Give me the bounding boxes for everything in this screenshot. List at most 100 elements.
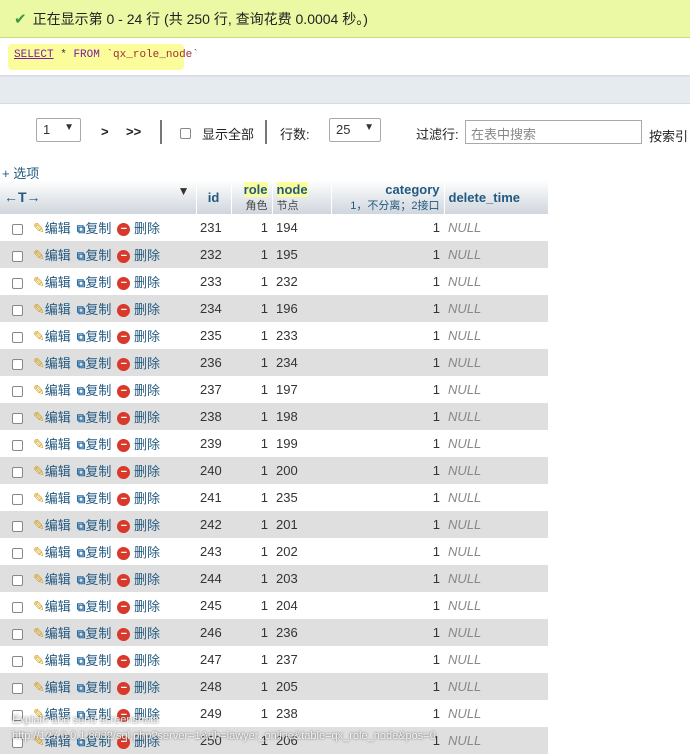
- table-row[interactable]: ✎编辑 ⧉复制 − 删除 237 1 197 1 NULL: [0, 376, 548, 403]
- row-checkbox[interactable]: [12, 305, 23, 317]
- show-all-checkbox[interactable]: [180, 125, 191, 140]
- cell-category[interactable]: 1: [331, 565, 444, 592]
- table-row[interactable]: ✎编辑 ⧉复制 − 删除 231 1 194 1 NULL: [0, 214, 548, 241]
- cell-id[interactable]: 240: [196, 457, 231, 484]
- cell-role[interactable]: 1: [231, 565, 272, 592]
- cell-node[interactable]: 202: [272, 538, 331, 565]
- column-header-role[interactable]: role 角色: [231, 180, 273, 214]
- cell-node[interactable]: 233: [272, 322, 331, 349]
- cell-category[interactable]: 1: [331, 430, 444, 457]
- row-checkbox[interactable]: [12, 278, 23, 290]
- table-row[interactable]: ✎编辑 ⧉复制 − 删除 244 1 203 1 NULL: [0, 565, 548, 592]
- cell-category[interactable]: 1: [331, 592, 444, 619]
- table-row[interactable]: ✎编辑 ⧉复制 − 删除 239 1 199 1 NULL: [0, 430, 548, 457]
- cell-id[interactable]: 235: [196, 322, 231, 349]
- copy-button[interactable]: ⧉复制: [77, 545, 112, 560]
- edit-button[interactable]: ✎编辑: [33, 247, 71, 263]
- next-page-button[interactable]: >: [101, 124, 109, 139]
- cell-node[interactable]: 198: [272, 403, 331, 430]
- cell-node[interactable]: 232: [272, 268, 331, 295]
- cell-role[interactable]: 1: [231, 700, 272, 727]
- cell-role[interactable]: 1: [231, 295, 272, 322]
- sql-select-keyword[interactable]: SELECT: [14, 49, 54, 61]
- cell-id[interactable]: 249: [196, 700, 231, 727]
- cell-role[interactable]: 1: [231, 511, 272, 538]
- copy-button[interactable]: ⧉复制: [77, 302, 112, 317]
- row-checkbox[interactable]: [12, 683, 23, 695]
- table-row[interactable]: ✎编辑 ⧉复制 − 删除 248 1 205 1 NULL: [0, 673, 548, 700]
- cell-category[interactable]: 1: [331, 241, 444, 268]
- table-row[interactable]: ✎编辑 ⧉复制 − 删除 238 1 198 1 NULL: [0, 403, 548, 430]
- cell-delete-time[interactable]: NULL: [444, 511, 548, 538]
- cell-delete-time[interactable]: NULL: [444, 376, 548, 403]
- table-row[interactable]: ✎编辑 ⧉复制 − 删除 241 1 235 1 NULL: [0, 484, 548, 511]
- copy-button[interactable]: ⧉复制: [77, 680, 112, 695]
- cell-category[interactable]: 1: [331, 619, 444, 646]
- delete-button[interactable]: − 删除: [117, 572, 160, 588]
- edit-button[interactable]: ✎编辑: [33, 463, 71, 479]
- cell-category[interactable]: 1: [331, 700, 444, 727]
- cell-category[interactable]: 1: [331, 295, 444, 322]
- delete-button[interactable]: − 删除: [117, 518, 160, 534]
- copy-button[interactable]: ⧉复制: [77, 437, 112, 452]
- cell-category[interactable]: 1: [331, 646, 444, 673]
- cell-delete-time[interactable]: NULL: [444, 403, 548, 430]
- delete-button[interactable]: − 删除: [117, 248, 160, 264]
- triangle-down-icon[interactable]: ▼: [178, 184, 190, 198]
- cell-id[interactable]: 244: [196, 565, 231, 592]
- cell-role[interactable]: 1: [231, 646, 272, 673]
- table-row[interactable]: ✎编辑 ⧉复制 − 删除 236 1 234 1 NULL: [0, 349, 548, 376]
- cell-id[interactable]: 243: [196, 538, 231, 565]
- delete-button[interactable]: − 删除: [117, 626, 160, 642]
- cell-delete-time[interactable]: NULL: [444, 673, 548, 700]
- cell-category[interactable]: 1: [331, 538, 444, 565]
- column-header-category[interactable]: category 1，不分离；2接口: [331, 180, 445, 214]
- delete-button[interactable]: − 删除: [117, 275, 160, 291]
- table-row[interactable]: ✎编辑 ⧉复制 − 删除 232 1 195 1 NULL: [0, 241, 548, 268]
- copy-button[interactable]: ⧉复制: [77, 248, 112, 263]
- cell-delete-time[interactable]: NULL: [444, 241, 548, 268]
- delete-button[interactable]: − 删除: [117, 545, 160, 561]
- copy-button[interactable]: ⧉复制: [77, 221, 112, 236]
- cell-category[interactable]: 1: [331, 376, 444, 403]
- copy-button[interactable]: ⧉复制: [77, 518, 112, 533]
- table-row[interactable]: ✎编辑 ⧉复制 − 删除 245 1 204 1 NULL: [0, 592, 548, 619]
- cell-role[interactable]: 1: [231, 268, 272, 295]
- cell-id[interactable]: 231: [196, 214, 231, 241]
- filter-rows-input[interactable]: 在表中搜索: [465, 120, 642, 144]
- table-row[interactable]: ✎编辑 ⧉复制 − 删除 246 1 236 1 NULL: [0, 619, 548, 646]
- row-checkbox[interactable]: [12, 494, 23, 506]
- cell-role[interactable]: 1: [231, 376, 272, 403]
- cell-id[interactable]: 246: [196, 619, 231, 646]
- delete-button[interactable]: − 删除: [117, 437, 160, 453]
- cell-role[interactable]: 1: [231, 619, 272, 646]
- cell-role[interactable]: 1: [231, 241, 272, 268]
- row-checkbox[interactable]: [12, 629, 23, 641]
- cell-delete-time[interactable]: NULL: [444, 322, 548, 349]
- cell-id[interactable]: 236: [196, 349, 231, 376]
- cell-role[interactable]: 1: [231, 349, 272, 376]
- copy-button[interactable]: ⧉复制: [77, 464, 112, 479]
- column-header-id[interactable]: id: [196, 180, 232, 214]
- cell-node[interactable]: 236: [272, 619, 331, 646]
- cell-delete-time[interactable]: NULL: [444, 646, 548, 673]
- cell-delete-time[interactable]: NULL: [444, 619, 548, 646]
- cell-node[interactable]: 234: [272, 349, 331, 376]
- cell-node[interactable]: 238: [272, 700, 331, 727]
- cell-id[interactable]: 237: [196, 376, 231, 403]
- cell-role[interactable]: 1: [231, 673, 272, 700]
- row-checkbox[interactable]: [12, 332, 23, 344]
- cell-node[interactable]: 203: [272, 565, 331, 592]
- row-checkbox[interactable]: [12, 440, 23, 452]
- delete-button[interactable]: − 删除: [117, 599, 160, 615]
- cell-delete-time[interactable]: NULL: [444, 700, 548, 727]
- row-checkbox[interactable]: [12, 359, 23, 371]
- cell-delete-time[interactable]: NULL: [444, 565, 548, 592]
- cell-category[interactable]: 1: [331, 457, 444, 484]
- table-row[interactable]: ✎编辑 ⧉复制 − 删除 242 1 201 1 NULL: [0, 511, 548, 538]
- cell-category[interactable]: 1: [331, 484, 444, 511]
- cell-id[interactable]: 238: [196, 403, 231, 430]
- cell-delete-time[interactable]: NULL: [444, 430, 548, 457]
- row-checkbox[interactable]: [12, 224, 23, 236]
- copy-button[interactable]: ⧉复制: [77, 383, 112, 398]
